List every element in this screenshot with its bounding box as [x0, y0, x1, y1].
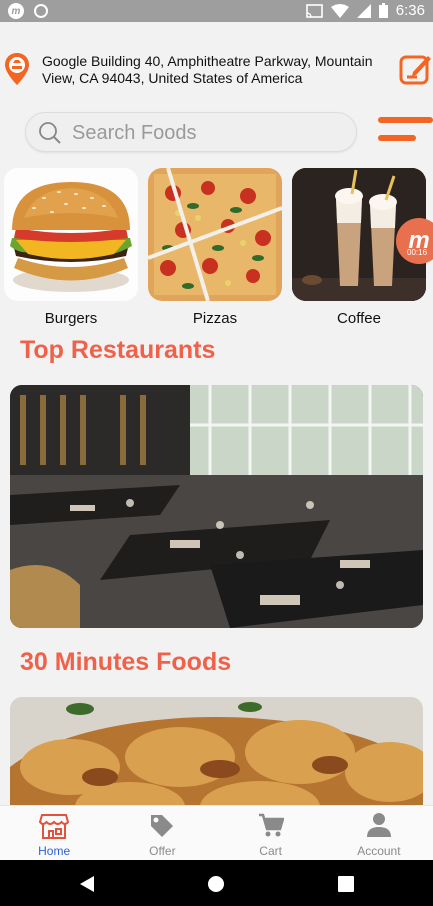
- battery-icon: [378, 3, 388, 18]
- restaurant-card[interactable]: [10, 385, 423, 628]
- home-icon[interactable]: [207, 875, 225, 893]
- nav-label: Offer: [149, 844, 176, 858]
- search-icon: [39, 122, 61, 144]
- filter-menu-button[interactable]: [378, 116, 433, 148]
- location-pin-icon[interactable]: [4, 52, 30, 86]
- delivery-address[interactable]: Google Building 40, Amphitheatre Parkway…: [42, 53, 394, 87]
- section-title-30-minutes-foods: 30 Minutes Foods: [20, 648, 232, 676]
- burger-image: [4, 168, 138, 301]
- category-burgers[interactable]: Burgers: [4, 168, 138, 327]
- nav-label: Account: [357, 844, 401, 858]
- notification-dot-icon: [34, 4, 48, 18]
- wifi-icon: [330, 3, 349, 18]
- nav-label: Home: [38, 844, 71, 858]
- location-header: Google Building 40, Amphitheatre Parkway…: [0, 44, 433, 94]
- section-title-top-restaurants: Top Restaurants: [20, 336, 216, 364]
- nav-cart[interactable]: Cart: [217, 806, 325, 861]
- nav-offer[interactable]: Offer: [108, 806, 216, 861]
- filter-bar-icon: [378, 135, 416, 141]
- bubble-time: 00:16: [407, 248, 428, 257]
- status-time: 6:36: [395, 2, 425, 19]
- category-label: Burgers: [44, 310, 98, 327]
- edit-address-icon[interactable]: [399, 51, 433, 85]
- nav-home[interactable]: Home: [0, 806, 108, 861]
- app-notification-icon: m: [8, 3, 24, 19]
- cart-icon: [258, 813, 284, 837]
- store-icon: [39, 814, 70, 839]
- status-bar: m 6:36: [0, 0, 433, 22]
- search-bar[interactable]: [25, 112, 357, 152]
- category-label: Coffee: [337, 310, 381, 327]
- filter-bar-icon: [378, 117, 433, 123]
- bottom-navigation: Home Offer Cart Account: [0, 805, 433, 861]
- pizza-image: [148, 168, 282, 301]
- category-label: Pizzas: [192, 310, 238, 327]
- system-navigation-bar: [0, 860, 433, 906]
- tag-icon: [151, 815, 174, 837]
- category-pizzas[interactable]: Pizzas: [148, 168, 282, 327]
- nav-label: Cart: [259, 844, 282, 858]
- person-icon: [366, 813, 391, 837]
- back-icon[interactable]: [78, 875, 96, 893]
- search-input[interactable]: [70, 119, 344, 147]
- recents-icon[interactable]: [338, 876, 354, 892]
- restaurant-image: [10, 385, 423, 628]
- cast-icon: [305, 3, 323, 18]
- signal-icon: [356, 3, 371, 18]
- nav-account[interactable]: Account: [325, 806, 433, 861]
